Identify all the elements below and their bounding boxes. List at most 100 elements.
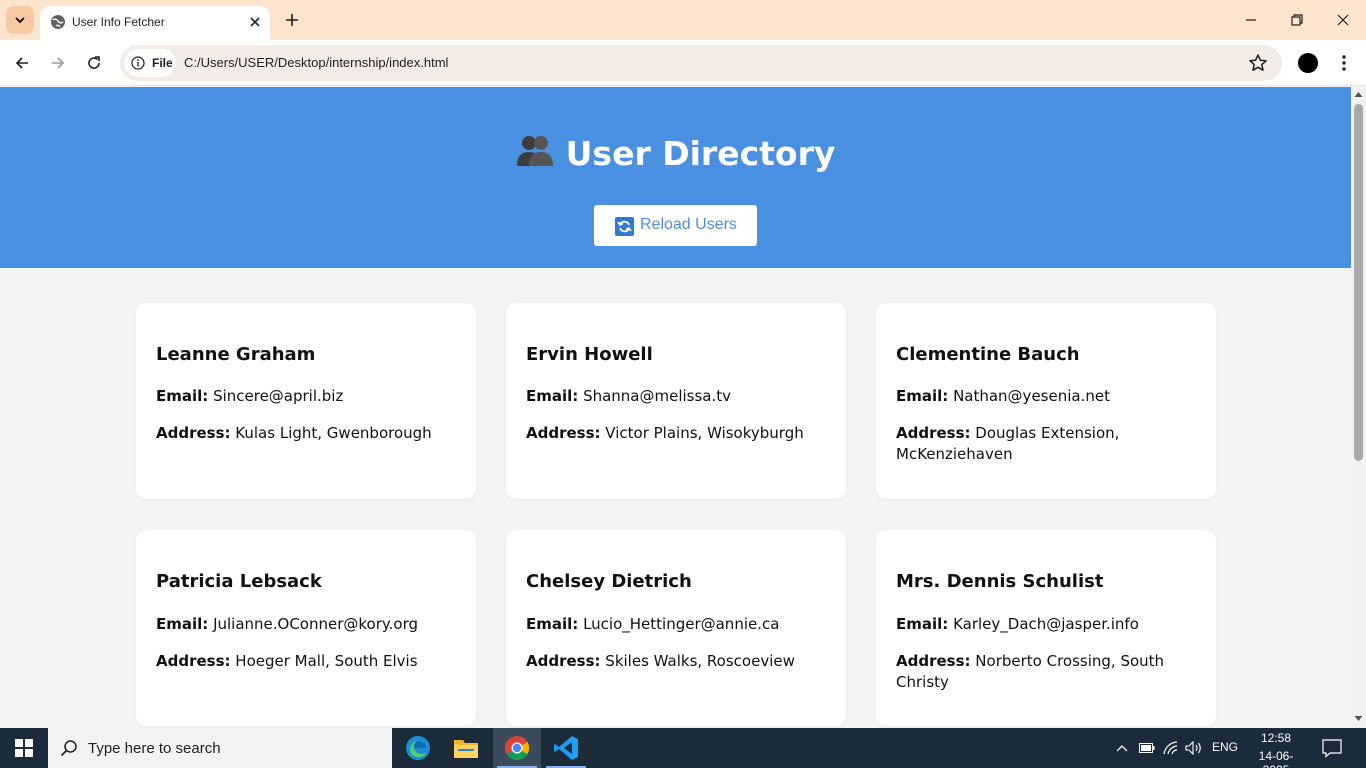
user-name: Patricia Lebsack (156, 571, 322, 592)
address-label: Address: (896, 652, 971, 670)
close-icon (250, 17, 260, 27)
restore-button[interactable] (1285, 8, 1309, 32)
tab-title: User Info Fetcher (72, 15, 165, 29)
user-email: Email: Sincere@april.biz (156, 386, 456, 407)
taskbar-vscode[interactable] (542, 728, 590, 768)
page-viewport: User Directory Reload Users Leanne Graha… (0, 87, 1351, 728)
email-value: Sincere@april.biz (213, 387, 344, 405)
address-value: Skiles Walks, Roscoeview (605, 652, 795, 670)
input-language[interactable]: ENG (1212, 740, 1238, 754)
notification-icon[interactable] (1322, 738, 1342, 758)
scroll-down-arrow-icon[interactable] (1354, 714, 1363, 723)
page-title: User Directory (0, 131, 1351, 173)
address-bar[interactable]: File C:/Users/USER/Desktop/internship/in… (120, 45, 1282, 81)
back-button[interactable] (10, 51, 34, 75)
site-info-button[interactable]: File (124, 49, 176, 77)
show-hidden-icons-button[interactable] (1112, 738, 1132, 758)
scroll-thumb[interactable] (1354, 104, 1363, 461)
minimize-icon (1246, 19, 1256, 21)
new-tab-button[interactable] (280, 8, 304, 32)
email-value: Lucio_Hettinger@annie.ca (583, 615, 780, 633)
chevron-up-icon (1116, 745, 1128, 752)
taskbar-chrome[interactable] (493, 728, 541, 768)
taskbar-search-placeholder: Type here to search (88, 740, 221, 757)
user-email: Email: Shanna@melissa.tv (526, 386, 826, 407)
more-vertical-icon (1342, 55, 1346, 71)
folder-icon (454, 740, 478, 758)
user-name: Mrs. Dennis Schulist (896, 571, 1104, 592)
plus-icon (286, 14, 298, 26)
reload-users-button[interactable]: Reload Users (594, 205, 757, 246)
address-label: Address: (526, 652, 601, 670)
vscode-icon (554, 736, 578, 760)
address-value: Victor Plains, Wisokyburgh (605, 424, 804, 442)
chevron-down-icon (15, 17, 25, 24)
chrome-icon (505, 736, 530, 761)
user-card: Mrs. Dennis Schulist Email: Karley_Dach@… (876, 530, 1216, 726)
page-scrollbar[interactable] (1351, 87, 1366, 728)
scroll-up-arrow-icon[interactable] (1354, 90, 1363, 99)
edge-icon (406, 736, 430, 760)
address-label: Address: (526, 424, 601, 442)
user-name: Ervin Howell (526, 344, 653, 365)
reload-page-button[interactable] (82, 51, 106, 75)
tab-close-button[interactable] (246, 13, 264, 31)
user-email: Email: Lucio_Hettinger@annie.ca (526, 614, 826, 635)
user-name: Chelsey Dietrich (526, 571, 692, 592)
browser-menu-button[interactable] (1334, 51, 1354, 75)
refresh-icon (88, 56, 100, 69)
browser-tab[interactable]: User Info Fetcher (40, 6, 270, 40)
wifi-icon (1163, 741, 1178, 755)
start-button[interactable] (0, 728, 48, 768)
profile-avatar[interactable] (1298, 53, 1318, 73)
user-address: Address: Hoeger Mall, South Elvis (156, 651, 456, 672)
user-card: Patricia Lebsack Email: Julianne.OConner… (136, 530, 476, 726)
tab-search-button[interactable] (6, 6, 34, 34)
url-text[interactable]: C:/Users/USER/Desktop/internship/index.h… (184, 55, 448, 70)
user-address: Address: Kulas Light, Gwenborough (156, 423, 456, 444)
clock-time[interactable]: 12:58 (1248, 731, 1304, 745)
user-name: Clementine Bauch (896, 344, 1080, 365)
reload-users-label: Reload Users (640, 216, 737, 233)
email-value: Nathan@yesenia.net (953, 387, 1110, 405)
address-label: Address: (156, 652, 231, 670)
user-email: Email: Karley_Dach@jasper.info (896, 614, 1196, 635)
site-chip-label: File (152, 56, 173, 70)
forward-button[interactable] (46, 51, 70, 75)
page-header: User Directory Reload Users (0, 87, 1351, 268)
people-icon (516, 136, 553, 166)
taskbar-search-box[interactable]: Type here to search (48, 728, 392, 768)
info-icon (131, 56, 145, 70)
user-address: Address: Skiles Walks, Roscoeview (526, 651, 826, 672)
address-value: Hoeger Mall, South Elvis (235, 652, 418, 670)
email-value: Shanna@melissa.tv (583, 387, 732, 405)
arrow-left-icon (15, 57, 28, 69)
battery-tray[interactable] (1137, 738, 1157, 758)
network-tray[interactable] (1161, 738, 1181, 758)
address-value: Kulas Light, Gwenborough (235, 424, 432, 442)
user-address: Address: Norberto Crossing, South Christ… (896, 651, 1196, 693)
email-value: Julianne.OConner@kory.org (213, 615, 419, 633)
browser-toolbar: File C:/Users/USER/Desktop/internship/in… (0, 40, 1366, 86)
globe-icon (51, 15, 65, 29)
reload-icon (615, 217, 634, 236)
user-card: Ervin Howell Email: Shanna@melissa.tv Ad… (506, 303, 846, 499)
taskbar-edge[interactable] (394, 728, 442, 768)
email-label: Email: (526, 615, 579, 633)
taskbar-file-explorer[interactable] (442, 728, 490, 768)
minimize-button[interactable] (1239, 8, 1263, 32)
clock-date[interactable]: 14-06-2025 (1248, 749, 1304, 768)
close-window-button[interactable] (1331, 8, 1355, 32)
email-label: Email: (896, 387, 949, 405)
email-label: Email: (526, 387, 579, 405)
user-card: Chelsey Dietrich Email: Lucio_Hettinger@… (506, 530, 846, 726)
browser-tab-bar: User Info Fetcher (0, 0, 1366, 40)
star-icon[interactable] (1248, 53, 1268, 73)
speaker-icon (1185, 741, 1201, 755)
volume-tray[interactable] (1184, 738, 1204, 758)
email-label: Email: (156, 615, 209, 633)
arrow-right-icon (52, 57, 65, 69)
email-value: Karley_Dach@jasper.info (953, 615, 1139, 633)
user-card: Clementine Bauch Email: Nathan@yesenia.n… (876, 303, 1216, 499)
search-icon (60, 740, 77, 757)
